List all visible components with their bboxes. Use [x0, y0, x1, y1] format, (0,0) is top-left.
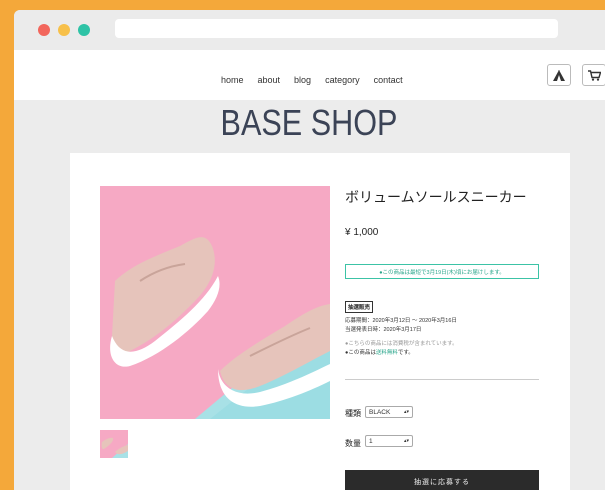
quantity-select[interactable]: 1 ▴▾ [365, 435, 413, 447]
tent-icon [553, 69, 565, 81]
maximize-window-dot[interactable] [78, 24, 90, 36]
lottery-badge: 抽選販売 [345, 301, 374, 313]
quantity-label: 数量 [345, 439, 361, 448]
browser-window: home about blog category contact BASE SH… [14, 10, 605, 490]
close-window-dot[interactable] [38, 24, 50, 36]
updown-chevron-icon: ▴▾ [403, 438, 409, 444]
shop-title[interactable]: BASE SHOP [58, 102, 560, 144]
variant-label: 種類 [345, 409, 361, 418]
product-image[interactable] [100, 186, 330, 419]
address-bar[interactable] [115, 19, 558, 38]
shipping-prefix: ●この商品は [345, 350, 376, 356]
free-shipping-link[interactable]: 送料無料 [376, 350, 398, 356]
quantity-value: 1 [369, 437, 373, 445]
thumbnail-image [100, 430, 128, 458]
variant-select[interactable]: BLACK ▴▾ [365, 406, 413, 418]
entry-period: 応募期間：2020年3月12日 〜 2020年3月16日 [345, 318, 457, 324]
nav-link-contact[interactable]: contact [374, 75, 403, 85]
variant-value: BLACK [369, 408, 391, 416]
tax-note: ●こちらの商品には消費税が含まれています。 [345, 341, 458, 347]
sneaker-photo [100, 186, 330, 419]
product-name: ボリュームソールスニーカー [345, 189, 527, 205]
nav-link-blog[interactable]: blog [294, 75, 311, 85]
nav-link-about[interactable]: about [258, 75, 281, 85]
site-navbar: home about blog category contact [14, 50, 605, 100]
nav-link-category[interactable]: category [325, 75, 360, 85]
product-card: ボリュームソールスニーカー ¥ 1,000 ●この商品は最短で3月19日(木)頃… [70, 153, 570, 490]
minimize-window-dot[interactable] [58, 24, 70, 36]
cart-button[interactable] [582, 64, 605, 86]
nav-links: home about blog category contact [221, 75, 403, 85]
updown-chevron-icon: ▴▾ [403, 409, 409, 415]
delivery-notice: ●この商品は最短で3月19日(木)頃にお届けします。 [345, 264, 539, 279]
apply-lottery-button[interactable]: 抽選に応募する [345, 470, 539, 490]
result-date: 当選発表日時：2020年3月17日 [345, 327, 422, 333]
product-price: ¥ 1,000 [345, 227, 379, 238]
divider [345, 379, 539, 380]
product-thumbnail[interactable] [100, 430, 128, 458]
shipping-note: ●この商品は送料無料です。 [345, 348, 414, 356]
tent-button[interactable] [547, 64, 571, 86]
cart-icon [587, 69, 601, 81]
shipping-suffix: です。 [397, 350, 414, 356]
browser-chrome [14, 10, 605, 50]
nav-link-home[interactable]: home [221, 75, 244, 85]
